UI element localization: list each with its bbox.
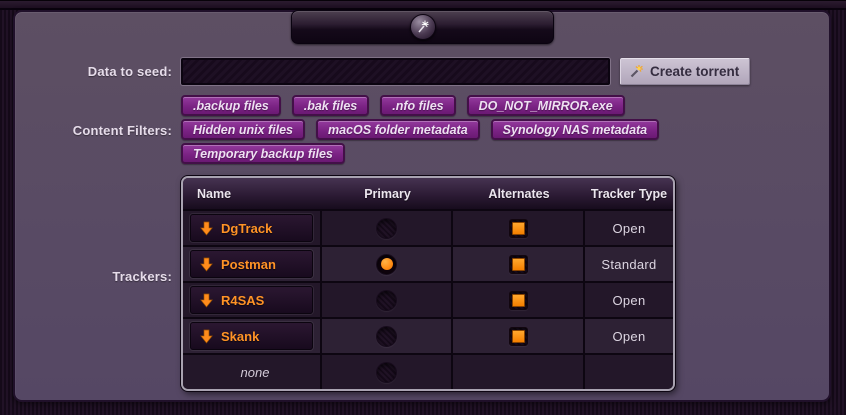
alternates-checkbox[interactable] <box>509 255 528 274</box>
alternates-checkbox[interactable] <box>509 219 528 238</box>
data-to-seed-input[interactable] <box>181 58 610 85</box>
tracker-link[interactable]: R4SAS <box>190 286 313 314</box>
tracker-type-label: Open <box>585 211 673 245</box>
download-arrow-icon <box>200 257 213 272</box>
filter-chips-row-1: .backup files .bak files .nfo files DO_NOT_… <box>181 95 625 117</box>
primary-cell <box>322 319 453 353</box>
download-arrow-icon <box>200 221 213 236</box>
create-torrent-button-label: Create torrent <box>650 64 739 79</box>
filter-chip[interactable]: .nfo files <box>380 95 455 116</box>
alternates-cell <box>453 319 585 353</box>
tracker-name-cell: DgTrack <box>183 211 322 245</box>
tracker-link[interactable]: Postman <box>190 250 313 278</box>
column-header-tracker-type: Tracker Type <box>585 178 673 209</box>
tracker-name: DgTrack <box>221 221 272 236</box>
filter-chip[interactable]: Temporary backup files <box>181 143 345 164</box>
checkbox-fill <box>512 330 525 343</box>
trackers-label: Trackers: <box>0 269 172 284</box>
magic-wand-orb-icon <box>410 14 436 40</box>
filter-chips-row-3: Temporary backup files <box>181 143 345 165</box>
content-filters-label: Content Filters: <box>0 123 172 138</box>
primary-radio[interactable] <box>376 218 397 239</box>
trackers-table-header: Name Primary Alternates Tracker Type <box>183 178 673 209</box>
data-to-seed-label: Data to seed: <box>0 64 172 79</box>
tracker-row: Skank Open <box>183 317 673 353</box>
wand-icon <box>629 64 644 79</box>
primary-cell <box>322 355 453 389</box>
trackers-table: Name Primary Alternates Tracker Type DgT… <box>181 176 675 391</box>
primary-radio[interactable] <box>376 254 397 275</box>
filter-chip[interactable]: .bak files <box>292 95 370 116</box>
alternates-checkbox[interactable] <box>509 291 528 310</box>
tracker-name: R4SAS <box>221 293 264 308</box>
top-border-bar <box>0 0 846 10</box>
alternates-cell <box>453 283 585 317</box>
tracker-link[interactable]: DgTrack <box>190 214 313 242</box>
tracker-name: Postman <box>221 257 276 272</box>
primary-cell <box>322 283 453 317</box>
tracker-name: Skank <box>221 329 259 344</box>
checkbox-fill <box>512 222 525 235</box>
filter-chip[interactable]: DO_NOT_MIRROR.exe <box>467 95 625 116</box>
filter-chip[interactable]: Hidden unix files <box>181 119 305 140</box>
alternates-cell <box>453 355 585 389</box>
tracker-type-label: Open <box>585 283 673 317</box>
tracker-link[interactable]: Skank <box>190 322 313 350</box>
tracker-type-label: Open <box>585 319 673 353</box>
magic-wand-icon <box>415 19 431 35</box>
alternates-cell <box>453 247 585 281</box>
download-arrow-icon <box>200 329 213 344</box>
checkbox-fill <box>512 258 525 271</box>
tracker-row: none <box>183 353 673 389</box>
filter-chips-row-2: Hidden unix files macOS folder metadata Sy… <box>181 119 659 141</box>
primary-cell <box>322 211 453 245</box>
primary-cell <box>322 247 453 281</box>
tracker-row: Postman Standard <box>183 245 673 281</box>
column-header-primary: Primary <box>322 178 453 209</box>
primary-radio[interactable] <box>376 290 397 311</box>
filter-chip[interactable]: Synology NAS metadata <box>491 119 659 140</box>
download-arrow-icon <box>200 293 213 308</box>
column-header-name: Name <box>183 178 322 209</box>
checkbox-fill <box>512 294 525 307</box>
tracker-name-cell: none <box>183 355 322 389</box>
tracker-none-label: none <box>190 365 320 380</box>
tracker-row: DgTrack Open <box>183 209 673 245</box>
tracker-row: R4SAS Open <box>183 281 673 317</box>
primary-radio[interactable] <box>376 326 397 347</box>
tracker-type-label <box>585 355 673 389</box>
filter-chip[interactable]: macOS folder metadata <box>316 119 480 140</box>
column-header-alternates: Alternates <box>453 178 585 209</box>
create-torrent-button[interactable]: Create torrent <box>620 58 750 85</box>
tracker-type-label: Standard <box>585 247 673 281</box>
filter-chip[interactable]: .backup files <box>181 95 281 116</box>
trackers-table-body: DgTrackOpenPostmanStandardR4SASOpenSkank… <box>183 209 673 389</box>
tracker-name-cell: Postman <box>183 247 322 281</box>
tracker-name-cell: Skank <box>183 319 322 353</box>
primary-radio[interactable] <box>376 362 397 383</box>
create-torrent-section-toggle[interactable] <box>291 10 554 44</box>
alternates-cell <box>453 211 585 245</box>
tracker-name-cell: R4SAS <box>183 283 322 317</box>
alternates-checkbox[interactable] <box>509 327 528 346</box>
